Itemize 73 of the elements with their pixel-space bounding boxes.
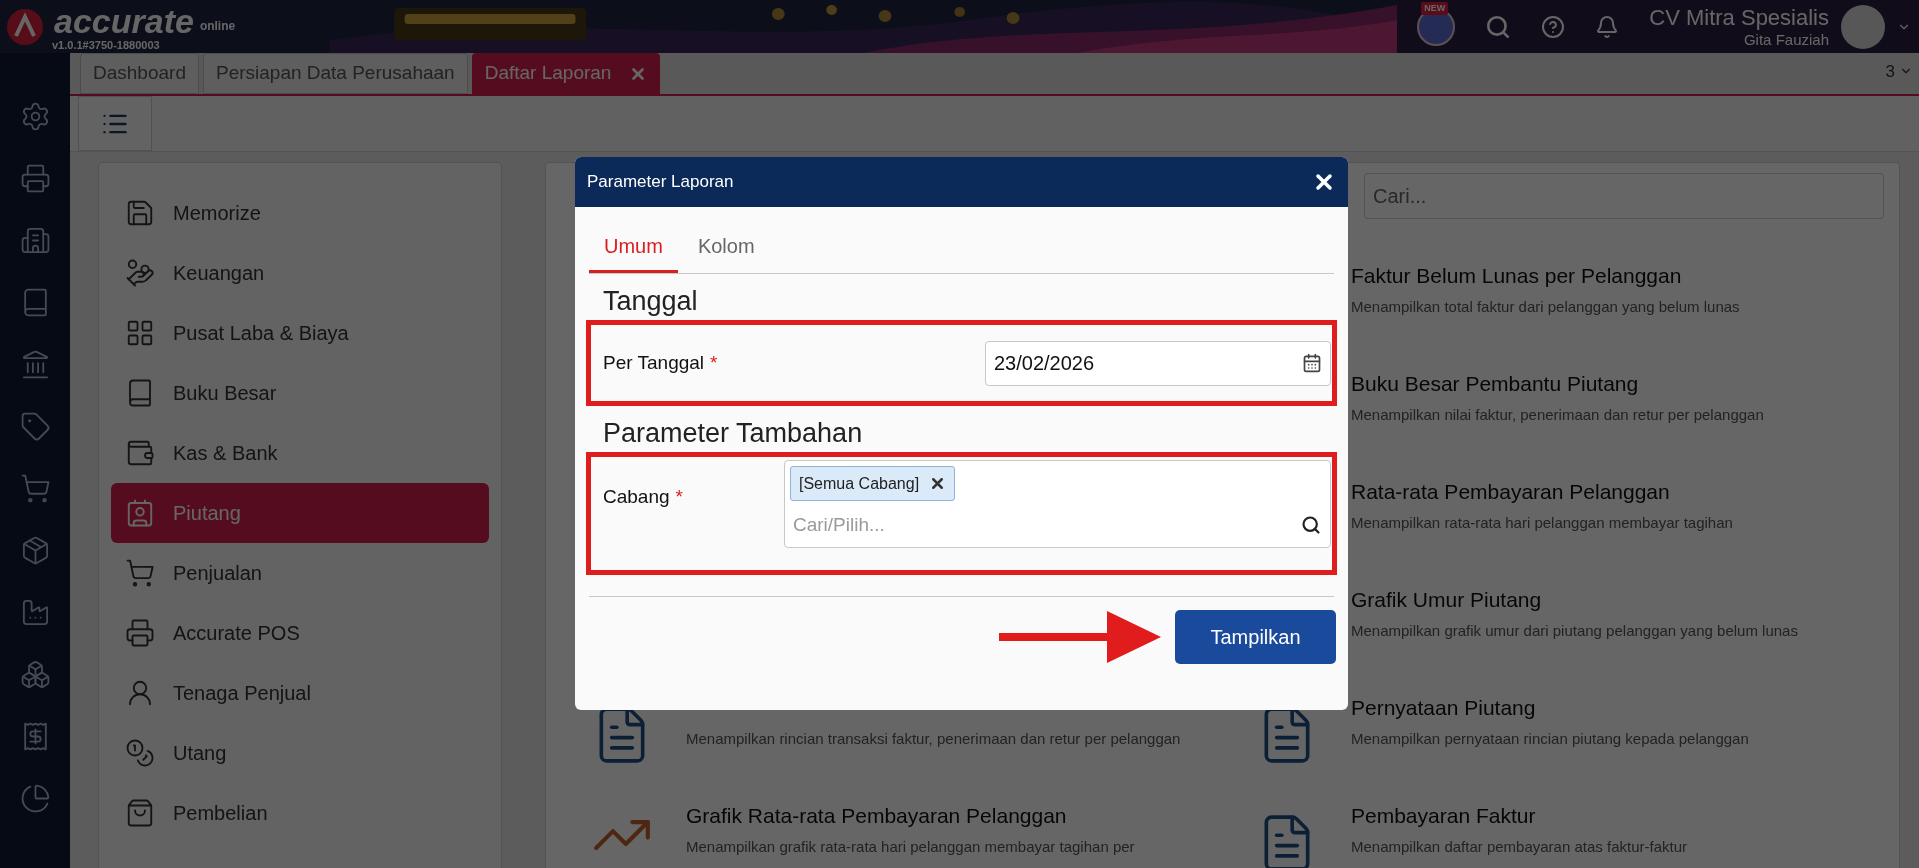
section-heading: Tanggal [602, 285, 699, 318]
coins-icon [125, 738, 155, 768]
report-title[interactable]: Rata-rata Pembayaran Pelanggan [1351, 478, 1861, 506]
tab[interactable]: Persiapan Data Perusahaan [202, 53, 468, 94]
search-input[interactable]: Cari/Pilih... [793, 511, 1301, 540]
user-name: Gita Fauziah [1743, 31, 1829, 48]
field-label: Cabang [603, 485, 670, 509]
category-item[interactable]: Pusat Laba & Biaya [111, 303, 489, 363]
category-item[interactable]: Accurate POS [111, 603, 489, 663]
printer-icon [125, 618, 155, 648]
cart-icon [125, 558, 155, 588]
report-description: Menampilkan rincian transaksi faktur, penerimaan dan retur per pelanggan [686, 729, 1182, 749]
show-button[interactable]: Tampilkan [1175, 610, 1336, 664]
calendar-icon[interactable] [1302, 353, 1322, 373]
tab-count[interactable]: 3 [1885, 58, 1913, 84]
notification-icon[interactable] [1595, 14, 1620, 39]
pie-chart-icon[interactable] [19, 783, 51, 814]
bag-icon [125, 798, 155, 828]
version-text: v1.0.1#3750-1880003 [52, 38, 161, 51]
section-heading: Parameter Tambahan [602, 417, 864, 450]
cart-icon[interactable] [19, 473, 51, 504]
new-badge: NEW [1421, 1, 1449, 15]
boxes-icon[interactable] [19, 659, 51, 690]
report-description: Menampilkan total faktur dari pelanggan yang belum lunas [1351, 297, 1741, 317]
logo-text: accurate [54, 2, 194, 39]
report-title[interactable]: Pembayaran Faktur [1351, 802, 1861, 830]
save-icon [125, 198, 155, 228]
category-item[interactable]: Buku Besar [111, 363, 489, 423]
person-card-icon [125, 498, 155, 528]
company-name: CV Mitra Spesialis [1649, 5, 1829, 31]
date-field[interactable]: 23/02/2026 [985, 340, 1331, 386]
money-icon [125, 258, 155, 288]
required-mark: * [710, 350, 718, 375]
search-icon[interactable] [1301, 515, 1321, 536]
wallet-icon [125, 438, 155, 468]
grid-icon [125, 318, 155, 348]
list-button[interactable] [78, 96, 152, 151]
category-item[interactable]: Keuangan [111, 243, 489, 303]
selected-chip[interactable]: [Semua Cabang] [790, 466, 956, 501]
report-description: Menampilkan grafik rata-rata hari pelanggan membayar tagihan per [686, 837, 1136, 857]
report-title[interactable]: Faktur Belum Lunas per Pelanggan [1351, 262, 1861, 290]
building-icon[interactable] [19, 225, 51, 256]
dialog-title: Parameter Laporan [587, 171, 734, 194]
category-item[interactable]: Pembelian [111, 783, 489, 843]
report-title[interactable]: Buku Besar Pembantu Piutang [1351, 370, 1861, 398]
report-description: Menampilkan nilai faktur, penerimaan dan retur per pelanggan [1351, 405, 1765, 425]
category-item[interactable]: Utang [111, 723, 489, 783]
search-field[interactable]: Cari... [1364, 173, 1884, 219]
report-title[interactable]: Grafik Umur Piutang [1351, 586, 1861, 614]
category-item[interactable]: Memorize [111, 183, 489, 243]
tab[interactable]: Daftar Laporan [471, 53, 661, 94]
report-title[interactable]: Pernyataan Piutang [1351, 694, 1861, 722]
report-description: Menampilkan rata-rata hari pelanggan membayar tagihan [1351, 513, 1734, 533]
category-item[interactable]: Tenaga Penjual [111, 663, 489, 723]
tab[interactable]: Dashboard [80, 53, 199, 94]
logo-subtext: online [199, 17, 236, 35]
printer-icon[interactable] [19, 163, 51, 194]
required-mark: * [675, 485, 683, 509]
report-description: Menampilkan pernyataan rincian piutang kepada pelanggan [1351, 729, 1750, 749]
report-title[interactable]: Grafik Rata-rata Pembayaran Pelanggan [686, 802, 1196, 830]
help-icon[interactable] [1541, 14, 1566, 39]
category-item[interactable]: Kas & Bank [111, 423, 489, 483]
category-item[interactable]: Piutang [111, 483, 489, 543]
dialog-tab[interactable]: Kolom [677, 221, 775, 273]
report-description: Menampilkan daftar pembayaran atas faktur-faktur [1351, 837, 1688, 857]
multi-select-field[interactable]: [Semua Cabang] Cari/Pilih... [784, 460, 1331, 548]
category-item[interactable]: Penjualan [111, 543, 489, 603]
logo-icon [6, 7, 44, 46]
avatar[interactable] [1841, 4, 1885, 49]
dialog-tab[interactable]: Umum [589, 221, 678, 273]
tag-icon[interactable] [19, 411, 51, 442]
report-description: Menampilkan grafik umur dari piutang pelanggan yang belum lunas [1351, 621, 1799, 641]
field-label: Per Tanggal [603, 350, 705, 375]
